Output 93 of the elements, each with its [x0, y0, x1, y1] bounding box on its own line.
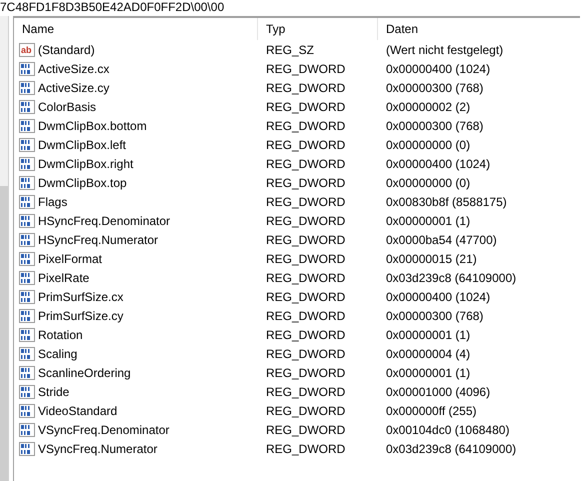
binary-value-icon — [19, 252, 35, 266]
binary-value-icon — [19, 156, 35, 170]
value-name[interactable]: PrimSurfSize.cy — [38, 306, 124, 324]
binary-value-icon — [19, 328, 35, 342]
value-data: 0x00104dc0 (1068480) — [385, 422, 510, 438]
binary-value-icon — [19, 290, 35, 304]
registry-key-path: 7C48FD1F8D3B50E42AD0F0FF2D\00\00 — [0, 0, 224, 14]
value-name[interactable]: Stride — [38, 382, 70, 400]
value-type: REG_DWORD — [265, 80, 346, 96]
value-type: REG_DWORD — [265, 440, 346, 458]
value-type: REG_DWORD — [265, 364, 346, 382]
value-data: 0x00000004 (4) — [385, 346, 470, 362]
scrollbar[interactable] — [0, 16, 9, 481]
value-type: REG_DWORD — [265, 98, 346, 116]
value-data: (Wert nicht festgelegt) — [385, 42, 504, 58]
value-name[interactable]: VSyncFreq.Numerator — [38, 440, 158, 458]
value-data: 0x00000001 (1) — [385, 212, 470, 230]
value-type: REG_DWORD — [265, 118, 346, 134]
string-value-icon: ab — [19, 42, 35, 56]
value-data: 0x00830b8f (8588175) — [385, 194, 507, 210]
value-data: 0x0000ba54 (47700) — [385, 232, 497, 248]
value-type: REG_DWORD — [265, 174, 346, 192]
value-name[interactable]: Scaling — [38, 344, 78, 362]
value-name[interactable]: DwmClipBox.bottom — [38, 116, 147, 134]
binary-value-icon — [19, 100, 35, 114]
binary-value-icon — [19, 366, 35, 380]
value-name[interactable]: PrimSurfSize.cx — [38, 288, 124, 306]
value-name[interactable]: ScanlineOrdering — [38, 364, 131, 382]
value-data: 0x000000ff (255) — [385, 402, 477, 420]
value-type: REG_DWORD — [265, 250, 346, 268]
value-name[interactable]: PixelRate — [38, 268, 90, 286]
binary-value-icon — [19, 176, 35, 190]
binary-value-icon — [19, 62, 35, 76]
value-type: REG_DWORD — [265, 384, 346, 400]
value-name[interactable]: VideoStandard — [38, 402, 118, 420]
value-name[interactable]: DwmClipBox.left — [38, 136, 126, 154]
value-name[interactable]: ActiveSize.cx — [38, 60, 110, 78]
value-type: REG_DWORD — [265, 308, 346, 324]
value-name[interactable]: Rotation — [38, 326, 83, 344]
value-name[interactable]: (Standard) — [38, 40, 95, 58]
binary-value-icon — [19, 270, 35, 284]
value-data: 0x00000300 (768) — [385, 118, 484, 134]
value-data: 0x00000002 (2) — [385, 98, 470, 116]
value-type: REG_DWORD — [265, 346, 346, 362]
binary-value-icon — [19, 346, 35, 360]
value-name[interactable]: Flags — [38, 192, 68, 210]
binary-value-icon — [19, 308, 35, 322]
value-data: 0x00000001 (1) — [385, 364, 470, 382]
value-data: 0x00000400 (1024) — [385, 288, 490, 306]
value-type: REG_DWORD — [265, 402, 346, 420]
value-name[interactable]: PixelFormat — [38, 250, 102, 268]
value-type: REG_DWORD — [265, 212, 346, 230]
value-data: 0x00000300 (768) — [385, 308, 484, 324]
value-name[interactable]: HSyncFreq.Denominator — [38, 212, 170, 230]
value-name[interactable]: HSyncFreq.Numerator — [38, 230, 158, 248]
value-type: REG_DWORD — [265, 136, 346, 154]
value-name[interactable]: VSyncFreq.Denominator — [38, 420, 170, 438]
binary-value-icon — [19, 232, 35, 246]
binary-value-icon — [19, 384, 35, 398]
value-type: REG_DWORD — [265, 422, 346, 438]
binary-value-icon — [19, 118, 35, 132]
value-data: 0x00000015 (21) — [385, 250, 477, 268]
value-data: 0x00000000 (0) — [385, 174, 470, 192]
value-type: REG_DWORD — [265, 60, 346, 78]
column-header[interactable]: Typ — [258, 18, 378, 40]
column-header[interactable]: Daten — [378, 18, 578, 40]
column-header[interactable]: Name — [14, 18, 258, 40]
binary-value-icon — [19, 194, 35, 208]
binary-value-icon — [19, 214, 35, 228]
value-data: 0x00000001 (1) — [385, 326, 470, 344]
binary-value-icon — [19, 80, 35, 94]
value-type: REG_DWORD — [265, 288, 346, 306]
value-name[interactable]: DwmClipBox.top — [38, 174, 127, 192]
binary-value-icon — [19, 422, 35, 436]
value-name[interactable]: ActiveSize.cy — [38, 78, 110, 96]
value-type: REG_DWORD — [265, 194, 346, 210]
value-data: 0x00000400 (1024) — [385, 156, 490, 172]
value-type: REG_DWORD — [265, 326, 346, 344]
value-type: REG_DWORD — [265, 270, 346, 286]
binary-value-icon — [19, 404, 35, 418]
value-name[interactable]: DwmClipBox.right — [38, 154, 134, 172]
value-type: REG_DWORD — [265, 232, 346, 248]
value-type: REG_SZ — [265, 42, 316, 58]
value-data: 0x00001000 (4096) — [385, 384, 490, 400]
value-data: 0x03d239c8 (64109000) — [385, 440, 516, 458]
value-data: 0x00000300 (768) — [385, 80, 484, 96]
value-data: 0x03d239c8 (64109000) — [385, 270, 516, 286]
binary-value-icon — [19, 442, 35, 456]
binary-value-icon — [19, 138, 35, 152]
value-data: 0x00000000 (0) — [385, 136, 470, 154]
value-type: REG_DWORD — [265, 156, 346, 172]
value-name[interactable]: ColorBasis — [38, 98, 96, 116]
value-data: 0x00000400 (1024) — [385, 60, 490, 78]
